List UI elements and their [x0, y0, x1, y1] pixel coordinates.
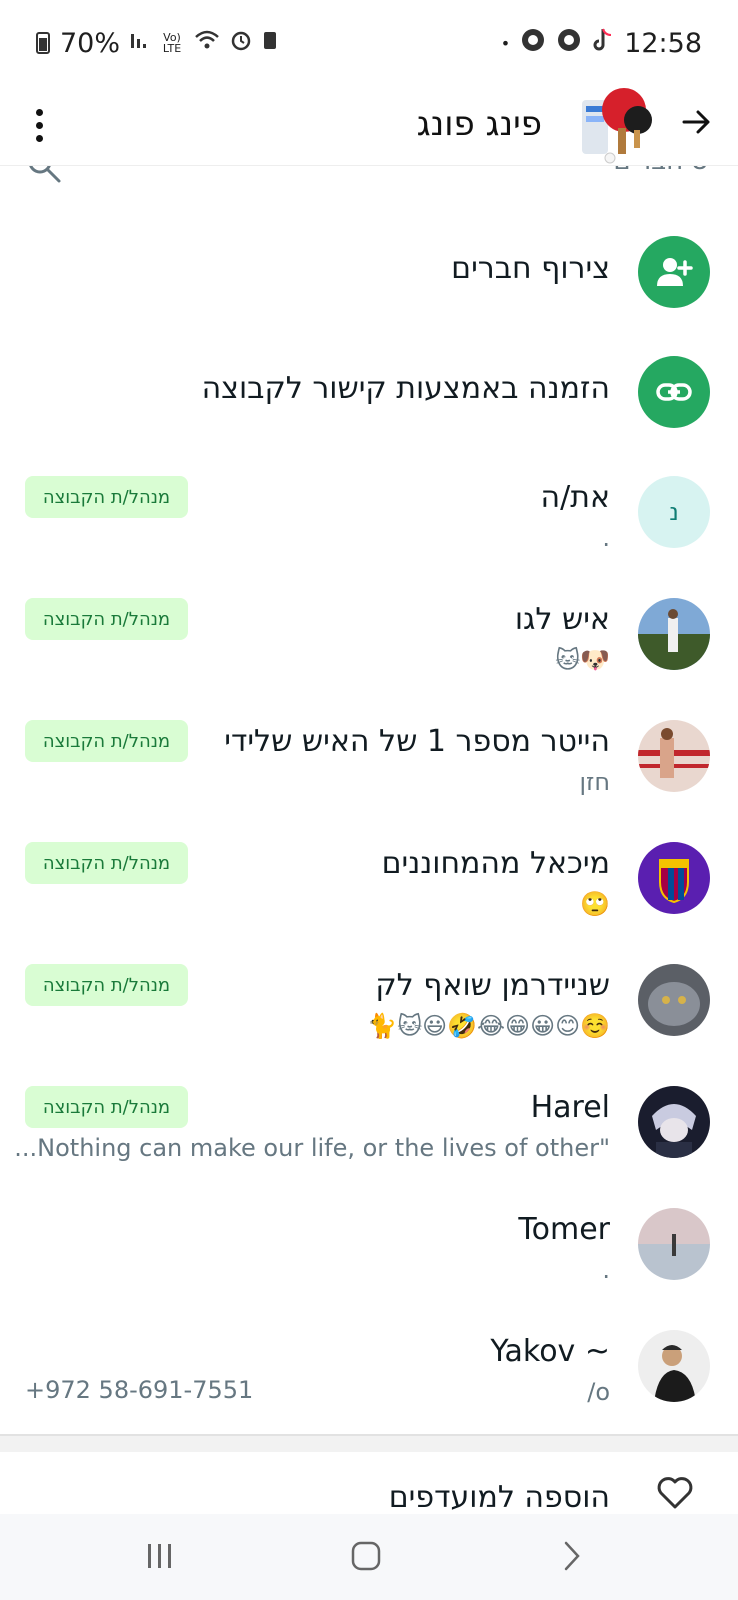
- group-header: פינג פונג: [0, 86, 738, 166]
- member-row[interactable]: נ את/ה . מנהל/ת הקבוצה: [0, 452, 738, 574]
- member-name: שניידרמן שואף לק: [375, 968, 610, 1003]
- alarm-icon: [230, 29, 252, 57]
- link-icon: [638, 356, 710, 428]
- battery-icon: [36, 32, 50, 54]
- home-icon[interactable]: [346, 1536, 386, 1576]
- invite-link-row[interactable]: הזמנה באמצעות קישור לקבוצה: [0, 332, 738, 454]
- member-row[interactable]: הייטר מספר 1 של האיש שלידי חזן מנהל/ת הק…: [0, 696, 738, 818]
- member-status: 🐶🐱: [555, 646, 610, 674]
- arrow-right-icon[interactable]: [680, 102, 712, 148]
- member-status: .: [602, 1256, 610, 1284]
- avatar: נ: [638, 476, 710, 548]
- admin-badge: מנהל/ת הקבוצה: [25, 598, 188, 640]
- status-right: • 12:58: [501, 27, 702, 60]
- member-row[interactable]: איש לגו 🐶🐱 מנהל/ת הקבוצה: [0, 574, 738, 696]
- back-icon[interactable]: [552, 1536, 592, 1576]
- admin-badge: מנהל/ת הקבוצה: [25, 1086, 188, 1128]
- member-status: 🙄: [580, 890, 610, 918]
- member-name: Harel: [530, 1090, 610, 1125]
- avatar: [638, 1208, 710, 1280]
- app-notification-icon: [520, 27, 546, 60]
- search-icon[interactable]: [26, 166, 62, 186]
- member-status: ☺️😊😀😁😂🤣😃🐱🐈: [367, 1012, 610, 1040]
- heart-icon: [656, 1476, 694, 1514]
- admin-badge: מנהל/ת הקבוצה: [25, 842, 188, 884]
- avatar: [638, 720, 710, 792]
- status-bar: 70% Vo) LTE • 12:58: [0, 0, 738, 86]
- status-left: 70% Vo) LTE: [36, 28, 278, 59]
- member-row[interactable]: שניידרמן שואף לק ☺️😊😀😁😂🤣😃🐱🐈 מנהל/ת הקבוצ…: [0, 940, 738, 1062]
- avatar: [638, 598, 710, 670]
- avatar: [638, 842, 710, 914]
- invite-link-label: הזמנה באמצעות קישור לקבוצה: [201, 371, 610, 406]
- avatar-initial: נ: [669, 498, 679, 526]
- tiktok-icon: [592, 27, 614, 60]
- wifi-icon: [194, 29, 220, 57]
- member-phone: +972 58-691-7551: [25, 1376, 254, 1404]
- add-to-favorites-label: הוספה למועדפים: [388, 1480, 610, 1515]
- admin-badge: מנהל/ת הקבוצה: [25, 476, 188, 518]
- member-status: .: [602, 524, 610, 552]
- add-members-row[interactable]: צירוף חברים: [0, 212, 738, 334]
- battery-saver-icon: [262, 29, 278, 57]
- add-members-label: צירוף חברים: [451, 251, 610, 286]
- member-name: Tomer: [518, 1212, 610, 1247]
- more-vertical-icon[interactable]: [26, 100, 52, 150]
- member-status: o/: [587, 1378, 610, 1406]
- avatar: [638, 964, 710, 1036]
- group-title[interactable]: פינג פונג: [417, 104, 542, 144]
- app-notification-icon: [556, 27, 582, 60]
- members-strip: 8 חברים: [0, 166, 738, 186]
- member-row[interactable]: Tomer .: [0, 1184, 738, 1306]
- volte-icon: Vo) LTE: [162, 31, 182, 55]
- member-row[interactable]: מיכאל מהמחוננים 🙄 מנהל/ת הקבוצה: [0, 818, 738, 940]
- avatar: [638, 1330, 710, 1402]
- add-to-favorites-row[interactable]: הוספה למועדפים: [0, 1450, 738, 1515]
- member-status: "Nothing can make our life, or the lives…: [14, 1134, 610, 1162]
- signal-icon: [130, 30, 150, 56]
- admin-badge: מנהל/ת הקבוצה: [25, 964, 188, 1006]
- add-person-icon: [638, 236, 710, 308]
- member-row[interactable]: ~ Yakov o/ +972 58-691-7551: [0, 1306, 738, 1428]
- battery-level: 70%: [60, 27, 121, 59]
- admin-badge: מנהל/ת הקבוצה: [25, 720, 188, 762]
- member-name: ~ Yakov: [490, 1334, 610, 1369]
- recents-icon[interactable]: [140, 1536, 180, 1576]
- clock: 12:58: [624, 27, 702, 59]
- member-name: הייטר מספר 1 של האיש שלידי: [224, 724, 610, 759]
- member-name: את/ה: [540, 480, 610, 515]
- member-name: מיכאל מהמחוננים: [381, 846, 610, 881]
- system-nav-bar: [0, 1514, 738, 1600]
- members-count: 8 חברים: [613, 166, 708, 176]
- notification-dot: •: [500, 33, 511, 53]
- member-status: חזן: [579, 768, 610, 796]
- member-name: איש לגו: [514, 602, 610, 637]
- member-row[interactable]: Harel "Nothing can make our life, or the…: [0, 1062, 738, 1184]
- group-avatar[interactable]: [580, 80, 652, 166]
- avatar: [638, 1086, 710, 1158]
